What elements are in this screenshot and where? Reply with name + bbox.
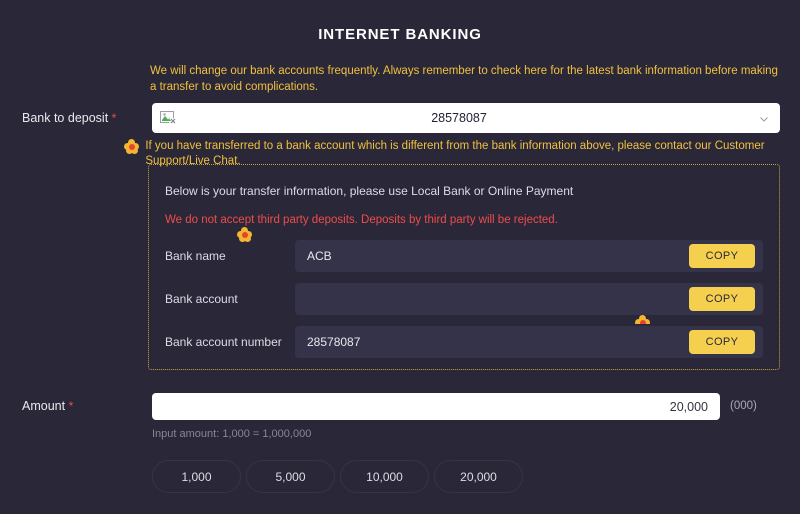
quick-amount-1000[interactable]: 1,000: [152, 460, 241, 493]
amount-label-text: Amount: [22, 399, 66, 413]
transfer-info-intro: Below is your transfer information, plea…: [165, 184, 574, 198]
flower-icon: [237, 227, 252, 242]
third-party-alert: We do not accept third party deposits. D…: [165, 214, 558, 226]
broken-image-icon: [160, 110, 176, 126]
internet-banking-page: INTERNET BANKING We will change our bank…: [0, 0, 800, 514]
amount-hint-text: Input amount: 1,000 = 1,000,000: [152, 428, 312, 440]
copy-bank-account-number-button[interactable]: COPY: [689, 330, 755, 354]
amount-label: Amount *: [22, 399, 73, 413]
table-row: Bank account number 28578087 COPY: [165, 326, 763, 358]
bank-to-deposit-select[interactable]: 28578087: [152, 103, 780, 133]
bank-account-number-text: 28578087: [307, 335, 361, 349]
required-asterisk: *: [111, 111, 117, 125]
quick-amount-options: 1,000 5,000 10,000 20,000: [152, 460, 528, 493]
copy-bank-account-button[interactable]: COPY: [689, 287, 755, 311]
table-row: Bank account COPY: [165, 283, 763, 324]
bank-name-value: ACB COPY: [295, 240, 763, 272]
bank-account-number-label: Bank account number: [165, 335, 282, 349]
transfer-info-rows: Bank name ACB COPY Bank account COPY Ban…: [165, 227, 763, 358]
top-warning-text: We will change our bank accounts frequen…: [150, 65, 778, 93]
bank-name-label: Bank name: [165, 249, 226, 263]
page-title: INTERNET BANKING: [318, 26, 482, 43]
bank-to-deposit-value: 28578087: [431, 111, 487, 125]
quick-amount-5000[interactable]: 5,000: [246, 460, 335, 493]
bank-to-deposit-label: Bank to deposit *: [22, 111, 116, 125]
bank-account-label: Bank account: [165, 292, 238, 306]
copy-bank-name-button[interactable]: COPY: [689, 244, 755, 268]
required-asterisk: *: [68, 399, 74, 413]
table-row: Bank name ACB COPY: [165, 227, 763, 272]
flower-icon: [124, 139, 139, 154]
bank-account-value: COPY: [295, 283, 763, 324]
bank-to-deposit-label-text: Bank to deposit: [22, 111, 109, 125]
transfer-info-panel: Below is your transfer information, plea…: [148, 164, 780, 370]
bank-name-text: ACB: [307, 249, 332, 263]
quick-amount-20000[interactable]: 20,000: [434, 460, 523, 493]
quick-amount-10000[interactable]: 10,000: [340, 460, 429, 493]
amount-unit-suffix: (000): [730, 400, 757, 412]
flower-icon: [635, 315, 650, 324]
amount-input[interactable]: 20,000: [152, 393, 720, 420]
amount-input-value: 20,000: [669, 399, 708, 414]
bank-account-number-value: 28578087 COPY: [295, 326, 763, 358]
chevron-down-icon: [758, 112, 770, 124]
